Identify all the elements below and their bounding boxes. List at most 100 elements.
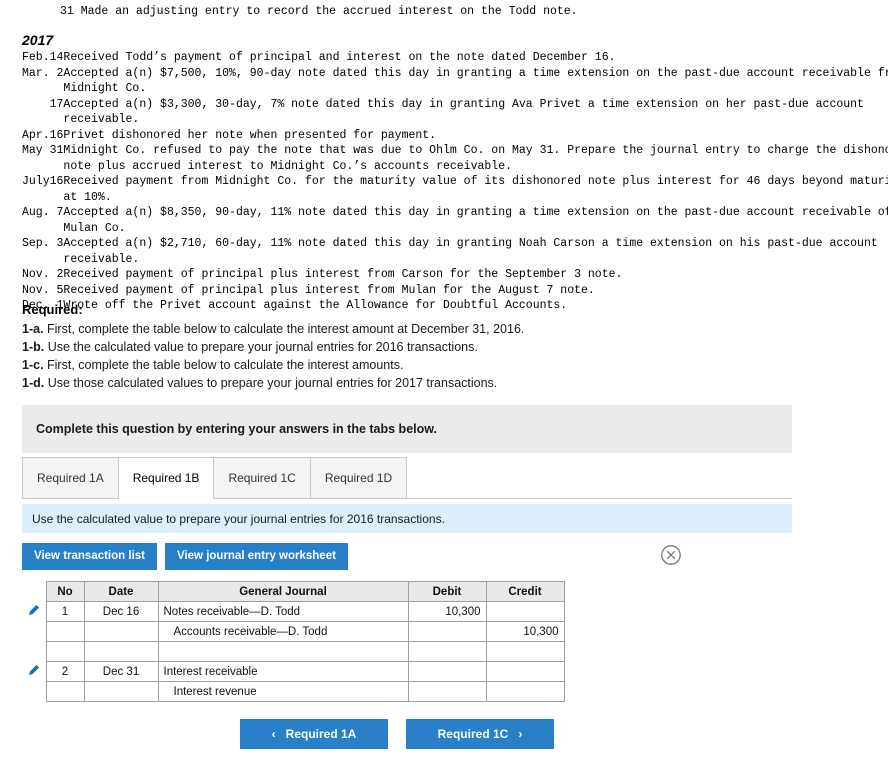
required-item: 1-b. Use the calculated value to prepare… [22, 338, 802, 356]
transaction-row: Mulan Co. [22, 221, 888, 237]
journal-cell-date[interactable] [83, 621, 159, 642]
journal-cell-account[interactable]: Interest revenue [157, 681, 409, 702]
transaction-day: 7 [56, 206, 64, 219]
transaction-text: Mulan Co. [63, 221, 126, 235]
journal-entry-table: No Date General Journal Debit Credit 1 De… [22, 581, 565, 702]
journal-cell-account[interactable]: Notes receivable—D. Todd [157, 601, 409, 622]
journal-cell-account[interactable] [157, 641, 409, 662]
transaction-text: at 10%. [63, 190, 112, 204]
tab-label: Required 1C [228, 471, 296, 485]
worksheet-page: 31 Made an adjusting entry to record the… [0, 0, 888, 760]
required-item-text: First, complete the table below to calcu… [43, 358, 404, 372]
journal-cell-date[interactable]: Dec 16 [83, 601, 159, 622]
view-transaction-list-button[interactable]: View transaction list [22, 543, 157, 570]
transaction-row: Midnight Co. [22, 81, 888, 97]
chevron-right-icon: › [518, 727, 523, 741]
journal-header-general-journal: General Journal [157, 581, 409, 602]
transaction-month: Mar. [22, 66, 50, 80]
transaction-day [50, 252, 64, 268]
journal-cell-date[interactable]: Dec 31 [83, 661, 159, 682]
journal-header-date: Date [83, 581, 159, 602]
transaction-day: 17 [49, 97, 64, 111]
journal-cell-debit[interactable] [407, 661, 487, 682]
transaction-month: Sep. [22, 237, 50, 250]
transaction-day: 31 [49, 144, 64, 157]
journal-cell-date[interactable] [83, 681, 159, 702]
journal-cell-no[interactable] [45, 621, 85, 642]
journal-cell-credit[interactable]: 10,300 [485, 621, 565, 642]
next-requirement-button[interactable]: Required 1C › [406, 719, 554, 749]
journal-cell-credit[interactable] [485, 641, 565, 662]
required-item: 1-c. First, complete the table below to … [22, 356, 802, 374]
transaction-row: 17 Accepted a(n) $3,300, 30-day, 7% note … [22, 97, 888, 113]
tab-required-1d[interactable]: Required 1D [309, 457, 408, 498]
transaction-month [22, 97, 50, 113]
tab-required-1b[interactable]: Required 1B [117, 457, 215, 499]
journal-cell-no[interactable]: 2 [45, 661, 85, 682]
view-journal-entry-worksheet-button[interactable]: View journal entry worksheet [165, 543, 348, 570]
row-icon-placeholder [22, 622, 46, 642]
required-item-label: 1-a. [22, 322, 44, 336]
pencil-icon[interactable] [22, 602, 46, 622]
transaction-list: Feb. 14 Received Todd’s payment of princip… [22, 50, 888, 314]
journal-cell-debit[interactable] [407, 641, 487, 662]
table-row: Interest revenue [22, 681, 565, 702]
journal-cell-no[interactable] [45, 681, 85, 702]
transaction-day: 5 [56, 283, 64, 297]
transaction-day: 3 [56, 237, 64, 250]
pencil-icon[interactable] [22, 662, 46, 682]
transaction-day: 14 [49, 51, 64, 64]
tab-required-1a[interactable]: Required 1A [22, 457, 119, 498]
transaction-month: May [22, 144, 43, 157]
journal-cell-debit[interactable] [407, 681, 487, 702]
tab-required-1c[interactable]: Required 1C [213, 457, 311, 498]
navigation-buttons: ‹ Required 1A Required 1C › [240, 719, 660, 749]
required-title: Required: [22, 302, 83, 317]
previous-requirement-button[interactable]: ‹ Required 1A [240, 719, 388, 749]
journal-cell-no[interactable] [45, 641, 85, 662]
table-row: 1 Dec 16 Notes receivable—D. Todd 10,300 [22, 601, 565, 622]
transaction-row: Aug. 7 Accepted a(n) $8,350, 90-day, 11% n… [22, 205, 888, 221]
tab-instruction-text: Use the calculated value to prepare your… [32, 511, 445, 526]
transaction-row: Feb. 14 Received Todd’s payment of princip… [22, 50, 888, 66]
journal-entry-table-wrapper: No Date General Journal Debit Credit 1 De… [22, 581, 565, 702]
transaction-day [50, 159, 64, 175]
transaction-text: Received payment of principal plus inter… [63, 283, 595, 297]
transaction-text: Accepted a(n) $7,500, 10%, 90-day note d… [63, 66, 888, 80]
tab-label: Required 1A [37, 471, 104, 485]
journal-cell-credit[interactable] [485, 661, 565, 682]
transaction-text: Midnight Co. [63, 82, 147, 95]
journal-cell-no[interactable]: 1 [45, 601, 85, 622]
journal-header-no: No [45, 581, 85, 602]
transaction-row: note plus accrued interest to Midnight C… [22, 159, 888, 175]
question-banner: Complete this question by entering your … [22, 405, 792, 453]
journal-cell-debit[interactable] [407, 621, 487, 642]
transaction-row: May 31 Midnight Co. refused to pay the not… [22, 143, 888, 159]
required-item-text: Use the calculated value to prepare your… [44, 340, 478, 354]
journal-header-row: No Date General Journal Debit Credit [22, 581, 565, 602]
required-item: 1-d. Use those calculated values to prep… [22, 374, 802, 392]
required-item-label: 1-b. [22, 340, 45, 354]
journal-cell-account[interactable]: Accounts receivable—D. Todd [157, 621, 409, 642]
journal-cell-credit[interactable] [485, 681, 565, 702]
transaction-row: Sep. 3 Accepted a(n) $2,710, 60-day, 11% n… [22, 236, 888, 252]
required-item-text: First, complete the table below to calcu… [43, 322, 525, 336]
transaction-text: Accepted a(n) $3,300, 30-day, 7% note da… [63, 97, 864, 111]
transaction-row: Mar. 2 Accepted a(n) $7,500, 10%, 90-day n… [22, 66, 888, 82]
transaction-text: Received payment of principal plus inter… [63, 268, 623, 281]
close-circle-icon[interactable] [660, 544, 682, 566]
journal-cell-credit[interactable] [485, 601, 565, 622]
year-heading: 2017 [22, 32, 54, 48]
journal-cell-date[interactable] [83, 641, 159, 662]
journal-cell-account[interactable]: Interest receivable [157, 661, 409, 682]
transaction-day: 2 [56, 66, 64, 80]
transaction-month: Aug. [22, 206, 50, 219]
transaction-day: 16 [49, 175, 64, 188]
transaction-text: Received Todd’s payment of principal and… [63, 51, 616, 64]
row-icon-placeholder [22, 682, 46, 702]
transaction-day: 2 [56, 268, 64, 281]
tab-label: Required 1D [324, 471, 393, 485]
transaction-month [22, 112, 50, 128]
transaction-month: Feb. [22, 51, 50, 64]
journal-cell-debit[interactable]: 10,300 [407, 601, 487, 622]
